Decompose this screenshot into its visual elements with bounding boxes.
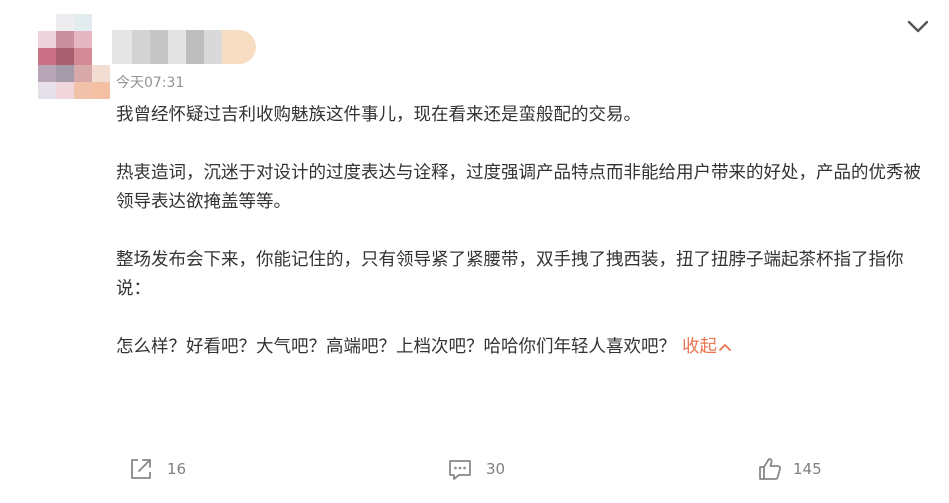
thumbs-up-icon <box>757 456 783 482</box>
post-paragraph: 整场发布会下来，你能记住的，只有领导紧了紧腰带，双手拽了拽西装，扭了扭脖子端起茶… <box>116 250 904 299</box>
post-content: 我曾经怀疑过吉利收购魅族这件事儿，现在看来还是蛮般配的交易。 热衷造词，沉迷于对… <box>116 101 922 362</box>
collapse-button[interactable]: 收起 <box>682 337 732 357</box>
comment-button[interactable]: 30 <box>447 452 505 486</box>
share-icon <box>128 456 154 482</box>
weibo-post-card: 今天07:31 我曾经怀疑过吉利收购魅族这件事儿，现在看来还是蛮般配的交易。 热… <box>0 0 949 503</box>
comment-count: 30 <box>486 460 506 478</box>
like-button[interactable]: 145 <box>757 452 822 486</box>
action-bar: 16 30 145 <box>0 452 949 486</box>
comment-icon <box>447 456 473 482</box>
post-paragraph: 热衷造词，沉迷于对设计的过度表达与诠释，过度强调产品特点而非能给用户带来的好处，… <box>116 163 921 212</box>
username[interactable] <box>112 30 256 64</box>
like-count: 145 <box>793 460 822 478</box>
post-paragraph-last: 怎么样？好看吧？大气吧？高端吧？上档次吧？哈哈你们年轻人喜欢吧？ 收起 <box>116 333 922 362</box>
chevron-up-icon <box>719 344 731 351</box>
collapse-label: 收起 <box>682 337 717 357</box>
post-timestamp: 今天07:31 <box>116 75 185 91</box>
chevron-down-icon[interactable] <box>905 14 931 38</box>
post-paragraph: 我曾经怀疑过吉利收购魅族这件事儿，现在看来还是蛮般配的交易。 <box>116 105 641 125</box>
avatar[interactable] <box>38 14 110 104</box>
share-count: 16 <box>167 460 187 478</box>
post-paragraph-text: 怎么样？好看吧？大气吧？高端吧？上档次吧？哈哈你们年轻人喜欢吧？ <box>116 337 676 357</box>
share-button[interactable]: 16 <box>128 452 186 486</box>
